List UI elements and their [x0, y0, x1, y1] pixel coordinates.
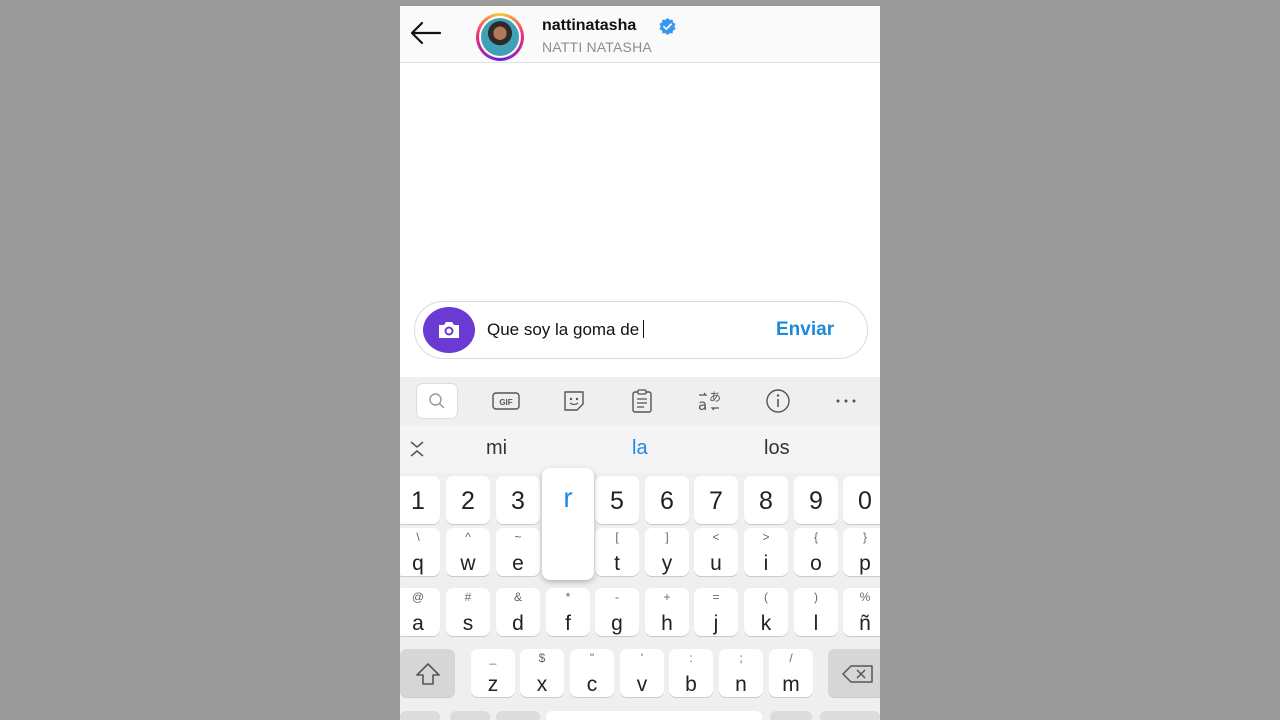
key-q[interactable]: \ q	[400, 528, 440, 576]
key-b[interactable]: :b	[669, 649, 713, 697]
key-p[interactable]: } p	[843, 528, 880, 576]
key-2[interactable]: 2	[446, 476, 490, 524]
key-preview-letter: r	[563, 482, 573, 513]
key-e[interactable]: ~ e	[496, 528, 540, 576]
key-s[interactable]: # s	[446, 588, 490, 636]
more-icon[interactable]	[826, 384, 866, 418]
key-z[interactable]: _ z	[471, 649, 515, 697]
space-key[interactable]	[546, 711, 762, 720]
message-composer: Que soy la goma de Enviar	[414, 301, 868, 359]
avatar[interactable]	[476, 13, 524, 61]
camera-icon	[439, 322, 459, 338]
enter-key[interactable]	[820, 711, 880, 720]
back-arrow-icon[interactable]	[408, 18, 444, 48]
message-text: Que soy la goma de	[487, 320, 640, 339]
search-icon[interactable]	[417, 384, 457, 418]
key-w[interactable]: ^ w	[446, 528, 490, 576]
key-preview-popup: r	[542, 468, 594, 580]
key-x[interactable]: $ x	[520, 649, 564, 697]
profile-photo	[481, 18, 519, 56]
key-h[interactable]: + h	[645, 588, 689, 636]
key-v[interactable]: ' v	[620, 649, 664, 697]
key-6[interactable]: 6	[645, 476, 689, 524]
key-f[interactable]: * f	[546, 588, 590, 636]
key-9[interactable]: 9	[794, 476, 838, 524]
key-l[interactable]: ) l	[794, 588, 838, 636]
key-t[interactable]: [t	[595, 528, 639, 576]
key-c[interactable]: " c	[570, 649, 614, 697]
period-key[interactable]	[770, 711, 812, 720]
translate-icon[interactable]: aあ	[690, 384, 730, 418]
send-button[interactable]: Enviar	[776, 319, 834, 341]
key-g[interactable]: -g	[595, 588, 639, 636]
comma-key[interactable]	[496, 711, 540, 720]
key-0[interactable]: 0	[843, 476, 880, 524]
verified-badge-icon	[659, 17, 676, 36]
full-name: NATTI NATASHA	[542, 39, 652, 55]
username[interactable]: nattinatasha	[542, 17, 636, 35]
symbols-key[interactable]	[400, 711, 440, 720]
key-k[interactable]: (k	[744, 588, 788, 636]
key-7[interactable]: 7	[694, 476, 738, 524]
message-input[interactable]: Que soy la goma de	[487, 320, 645, 340]
key-n[interactable]: ; n	[719, 649, 763, 697]
keyboard-toolbar: GIF aあ	[400, 377, 880, 425]
key-m[interactable]: / m	[769, 649, 813, 697]
suggestion-mi[interactable]: mi	[486, 437, 507, 460]
key-d[interactable]: & d	[496, 588, 540, 636]
collapse-icon[interactable]	[408, 439, 426, 459]
key-8[interactable]: 8	[744, 476, 788, 524]
clipboard-icon[interactable]	[622, 384, 662, 418]
sticker-icon[interactable]	[554, 384, 594, 418]
suggestion-los[interactable]: los	[764, 437, 790, 460]
key-o[interactable]: {o	[794, 528, 838, 576]
key-y[interactable]: ] y	[645, 528, 689, 576]
camera-button[interactable]	[423, 307, 475, 353]
backspace-key[interactable]	[828, 649, 880, 697]
svg-text:あ: あ	[709, 390, 721, 404]
key-3[interactable]: 3	[496, 476, 540, 524]
text-cursor	[643, 320, 645, 338]
key-j[interactable]: = j	[694, 588, 738, 636]
info-icon[interactable]	[758, 384, 798, 418]
emoji-key[interactable]	[450, 711, 490, 720]
key-enye[interactable]: % ñ	[843, 588, 880, 636]
backspace-icon	[842, 665, 873, 683]
chat-header: nattinatasha NATTI NATASHA	[400, 6, 880, 63]
chat-screen: nattinatasha NATTI NATASHA Que soy la go…	[400, 0, 880, 720]
svg-text:a: a	[698, 396, 707, 414]
gif-label: GIF	[499, 398, 512, 407]
key-a[interactable]: @ a	[400, 588, 440, 636]
shift-icon	[416, 663, 440, 685]
gif-icon[interactable]: GIF	[486, 384, 526, 418]
key-i[interactable]: > i	[744, 528, 788, 576]
suggestion-bar: mi la los	[400, 425, 880, 473]
key-1[interactable]: 1	[400, 476, 440, 524]
shift-key[interactable]	[400, 649, 455, 697]
suggestion-la[interactable]: la	[632, 437, 648, 460]
key-u[interactable]: < u	[694, 528, 738, 576]
key-5[interactable]: 5	[595, 476, 639, 524]
